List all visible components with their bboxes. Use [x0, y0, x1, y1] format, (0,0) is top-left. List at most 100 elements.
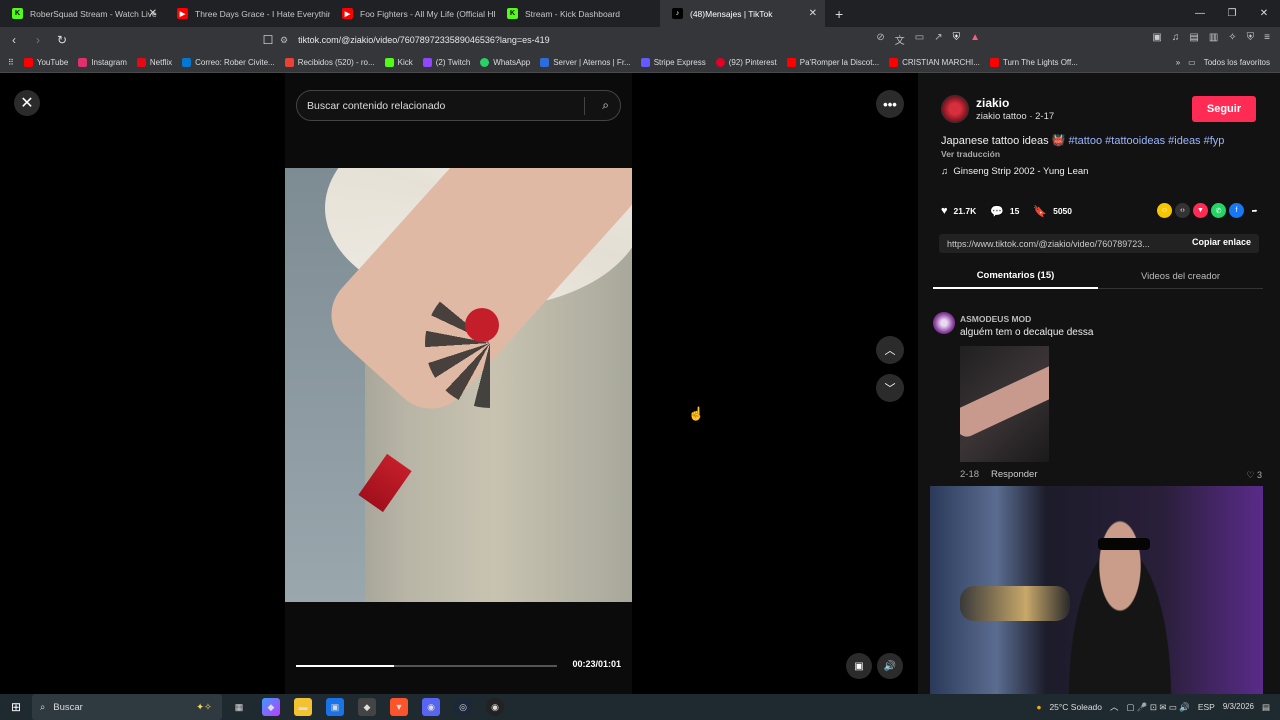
video-frame[interactable] [285, 168, 632, 602]
bookmark-item[interactable]: Stripe Express [640, 58, 706, 67]
bookmark-item[interactable]: YouTube [23, 58, 68, 67]
more-options-icon[interactable]: ••• [876, 90, 904, 118]
bookmark-item[interactable]: Turn The Lights Off... [989, 58, 1078, 67]
music-icon[interactable]: ♫ [1172, 32, 1180, 43]
bookmark-item[interactable]: Instagram [78, 58, 127, 67]
comment-like[interactable]: ♡ 3 [1246, 470, 1262, 481]
browser-tab[interactable]: ▶ Three Days Grace - I Hate Everything [165, 0, 330, 27]
obs-icon[interactable]: ◉ [486, 698, 504, 716]
share-arrow-icon[interactable]: ➦ [1247, 203, 1262, 218]
chevron-right-icon[interactable]: » [1176, 58, 1180, 67]
cast-icon[interactable]: ▭ [915, 32, 924, 47]
back-icon[interactable]: ‹ [4, 33, 24, 47]
embed-icon[interactable]: ‹› [1175, 203, 1190, 218]
bookmark-item[interactable]: Netflix [136, 58, 172, 67]
like-button[interactable]: ♥ 21.7K [941, 205, 976, 217]
reading-icon[interactable]: ▤ [1189, 32, 1198, 43]
commenter-name[interactable]: ASMODEUS MOD [960, 314, 1031, 324]
tab-comments[interactable]: Comentarios (15) [933, 263, 1098, 289]
tray-icons[interactable]: ▢ 🎤 ⊡ ✉ ▭ 🔊 [1127, 702, 1190, 713]
all-bookmarks[interactable]: Todos los favoritos [1204, 58, 1270, 67]
ai-icon[interactable]: ✧ [1228, 32, 1236, 43]
weather-text[interactable]: 25°C Soleado [1049, 702, 1102, 712]
reload-icon[interactable]: ↻ [52, 33, 72, 47]
menu-icon[interactable]: ≡ [1264, 32, 1270, 43]
language-indicator[interactable]: ESP [1198, 702, 1215, 712]
hashtags[interactable]: #tattoo #tattooideas #ideas #fyp [1068, 135, 1224, 147]
facebook-icon[interactable]: f [1229, 203, 1244, 218]
bookmark-item[interactable]: (92) Pinterest [715, 58, 777, 67]
music-info[interactable]: ♫ Ginseng Strip 2002 - Yung Lean [941, 166, 1088, 177]
comment-image[interactable] [960, 346, 1049, 462]
discord-icon[interactable]: ◉ [422, 698, 440, 716]
wallet-icon[interactable]: ▥ [1209, 32, 1218, 43]
bookmark-item[interactable]: CRISTIAN MARCHI... [889, 58, 980, 67]
copilot-icon[interactable]: ◆ [262, 698, 280, 716]
follow-button[interactable]: Seguir [1192, 96, 1256, 122]
comment-button[interactable]: 💬 15 [990, 205, 1019, 218]
translate-link[interactable]: Ver traducción [941, 149, 1000, 159]
bookmark-item[interactable]: Correo: Rober Civite... [182, 58, 275, 67]
bookmark-item[interactable]: Server | Aternos | Fr... [540, 58, 631, 67]
bookmark-item[interactable]: Pa'Romper la Discot... [786, 58, 879, 67]
chevron-down-icon[interactable]: ﹀ [876, 374, 904, 402]
file-explorer-icon[interactable]: ▬ [294, 698, 312, 716]
browser-tab-active[interactable]: ♪ (48)Mensajes | TikTok ✕ [660, 0, 825, 27]
mute-tab-icon[interactable]: ⊘ [876, 32, 884, 47]
volume-icon[interactable]: 🔊 [877, 653, 903, 679]
minimize-icon[interactable]: — [1184, 0, 1216, 27]
copy-link-button[interactable]: Copiar enlace [1192, 237, 1251, 247]
new-tab-button[interactable]: + [835, 6, 843, 22]
weather-icon[interactable]: ● [1036, 702, 1041, 712]
app-icon[interactable]: ◆ [358, 698, 376, 716]
bookmark-item[interactable]: Recibidos (520) - ro... [284, 58, 375, 67]
link-field[interactable]: https://www.tiktok.com/@ziakio/video/760… [939, 234, 1259, 253]
task-view-icon[interactable]: ▦ [230, 698, 248, 716]
shield-icon[interactable]: ⛨ [953, 32, 961, 47]
apps-icon[interactable]: ⠿ [8, 58, 14, 67]
save-button[interactable]: 🔖 5050 [1033, 205, 1072, 218]
close-tab-icon[interactable]: ✕ [809, 8, 817, 19]
panel-tabs: Comentarios (15) Videos del creador [933, 263, 1263, 289]
notifications-icon[interactable]: ▤ [1262, 702, 1270, 713]
close-icon[interactable]: ✕ [14, 90, 40, 116]
rewards-icon[interactable]: ▲ [970, 32, 980, 47]
clock[interactable]: 9/3/2026 [1223, 702, 1254, 712]
bookmark-item[interactable]: Kick [384, 58, 413, 67]
browser-tab[interactable]: ▶ Foo Fighters - All My Life (Official HD [330, 0, 495, 27]
windows-start-icon[interactable]: ⊞ [8, 699, 24, 715]
taskbar-search[interactable]: ⌕ Buscar ✦✧ [32, 694, 222, 720]
creator-avatar[interactable] [941, 95, 969, 123]
bookmark-item[interactable]: WhatsApp [480, 58, 530, 67]
restore-icon[interactable]: ❐ [1216, 0, 1248, 27]
creator-name[interactable]: ziakio [976, 96, 1009, 110]
share-icon[interactable]: ↗ [934, 32, 942, 47]
youtube-icon [989, 58, 999, 67]
reply-button[interactable]: Responder [991, 469, 1037, 480]
store-icon[interactable]: ▣ [326, 698, 344, 716]
close-tab-icon[interactable]: ✕ [149, 8, 157, 19]
commenter-avatar[interactable] [933, 312, 955, 334]
pip-icon[interactable]: ▣ [846, 653, 872, 679]
sidebar-icon[interactable]: ▣ [1152, 32, 1161, 43]
brave-icon[interactable]: ▼ [390, 698, 408, 716]
progress-bar[interactable] [296, 665, 557, 667]
bookmark-item[interactable]: (2) Twitch [422, 58, 470, 67]
vpn-icon[interactable]: ⛨ [1247, 32, 1255, 43]
chevron-up-icon[interactable]: ︿ [876, 336, 904, 364]
forward-icon[interactable]: › [28, 33, 48, 47]
bookmark-icon[interactable]: ☐ [258, 33, 278, 47]
send-icon[interactable]: ▼ [1193, 203, 1208, 218]
translate-icon[interactable]: 文 [895, 32, 905, 47]
tray-chevron-icon[interactable]: ︿ [1110, 701, 1119, 713]
coin-icon[interactable]: ☺ [1157, 203, 1172, 218]
search-icon[interactable]: ⌕ [602, 98, 609, 113]
tab-creator-videos[interactable]: Videos del creador [1098, 263, 1263, 289]
browser-tab[interactable]: K Stream - Kick Dashboard [495, 0, 660, 27]
site-info-icon[interactable]: ⚙ [280, 35, 288, 46]
window-close-icon[interactable]: ✕ [1248, 0, 1280, 27]
browser-tab[interactable]: K RoberSquad Stream - Watch Live ✕ [0, 0, 165, 27]
whatsapp-icon[interactable]: ✆ [1211, 203, 1226, 218]
search-input[interactable]: Buscar contenido relacionado ⌕ [296, 90, 621, 121]
steam-icon[interactable]: ◎ [454, 698, 472, 716]
